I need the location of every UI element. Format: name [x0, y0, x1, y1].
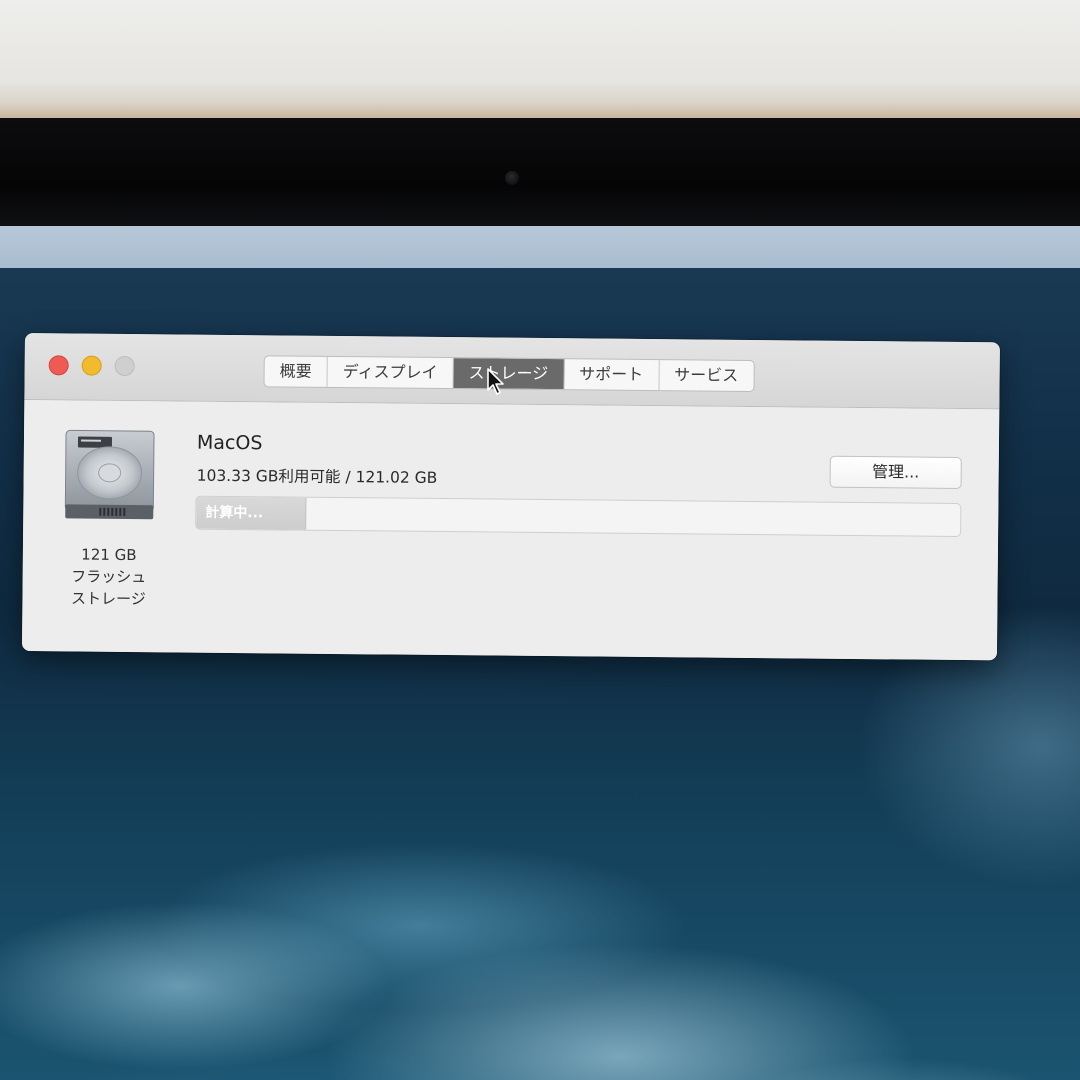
laptop-lid: [0, 0, 1080, 118]
zoom-button[interactable]: [114, 355, 135, 377]
drive-caption: 121 GB フラッシュ ストレージ: [42, 543, 175, 610]
drive-type-line1: フラッシュ: [71, 567, 147, 587]
screen-bezel: [0, 118, 1080, 230]
volume-usage: 103.33 GB利用可能 / 121.02 GB: [196, 466, 438, 487]
tab-service[interactable]: サービス: [659, 360, 753, 391]
minimize-button[interactable]: [81, 355, 102, 376]
hard-drive-icon: [64, 429, 155, 520]
manage-button[interactable]: 管理...: [829, 455, 962, 489]
menu-bar: [0, 226, 1080, 268]
about-this-mac-window: 概要 ディスプレイ ストレージ サポート サービス 121 GB フラッシュ ス…: [21, 333, 1000, 661]
close-button[interactable]: [48, 355, 69, 376]
drive-type-line2: ストレージ: [71, 589, 146, 609]
storage-usage-bar: 計算中...: [195, 495, 962, 537]
window-titlebar: 概要 ディスプレイ ストレージ サポート サービス: [24, 333, 1000, 410]
calculating-label: 計算中...: [205, 504, 264, 522]
photo-scene: 概要 ディスプレイ ストレージ サポート サービス 121 GB フラッシュ ス…: [0, 0, 1080, 1080]
drive-capacity: 121 GB: [81, 545, 137, 565]
tab-displays[interactable]: ディスプレイ: [327, 356, 454, 389]
tab-storage[interactable]: ストレージ: [453, 358, 565, 390]
volume-name: MacOS: [196, 431, 263, 455]
storage-pane: 121 GB フラッシュ ストレージ MacOS 103.33 GB利用可能 /…: [21, 399, 1000, 661]
tab-bar: 概要 ディスプレイ ストレージ サポート サービス: [263, 355, 755, 393]
tab-support[interactable]: サポート: [564, 359, 660, 391]
arrow-cursor-icon: [487, 368, 504, 395]
tab-overview[interactable]: 概要: [264, 356, 328, 387]
webcam-icon: [505, 171, 519, 185]
